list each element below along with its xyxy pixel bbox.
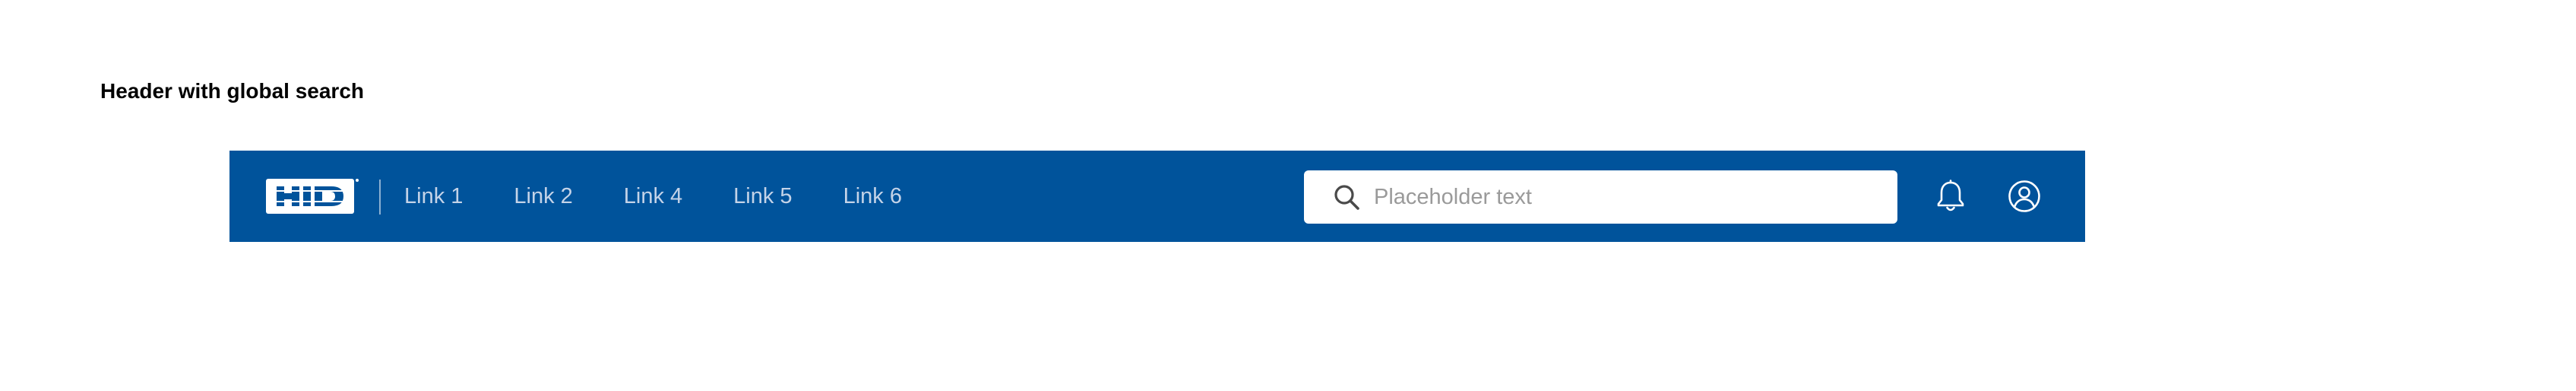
global-header: Link 1 Link 2 Link 4 Link 5 Link 6 <box>229 151 2085 242</box>
search-icon[interactable] <box>1333 183 1360 211</box>
nav-link-4[interactable]: Link 4 <box>624 151 682 242</box>
primary-nav: Link 1 Link 2 Link 4 Link 5 Link 6 <box>404 151 953 242</box>
nav-link-5[interactable]: Link 5 <box>733 151 792 242</box>
account-button[interactable] <box>2008 180 2041 213</box>
search-input[interactable] <box>1374 170 1875 224</box>
trademark-mark <box>356 179 359 182</box>
logo-divider <box>379 180 381 215</box>
hid-logo[interactable] <box>266 179 359 214</box>
section-title: Header with global search <box>100 79 364 103</box>
hid-logo-icon <box>272 186 348 206</box>
nav-link-6[interactable]: Link 6 <box>843 151 902 242</box>
global-search <box>1304 170 1897 224</box>
user-circle-icon <box>2008 180 2040 212</box>
bell-icon <box>1937 180 1964 211</box>
nav-link-2[interactable]: Link 2 <box>514 151 572 242</box>
notifications-button[interactable] <box>1934 180 1967 213</box>
nav-link-1[interactable]: Link 1 <box>404 151 463 242</box>
